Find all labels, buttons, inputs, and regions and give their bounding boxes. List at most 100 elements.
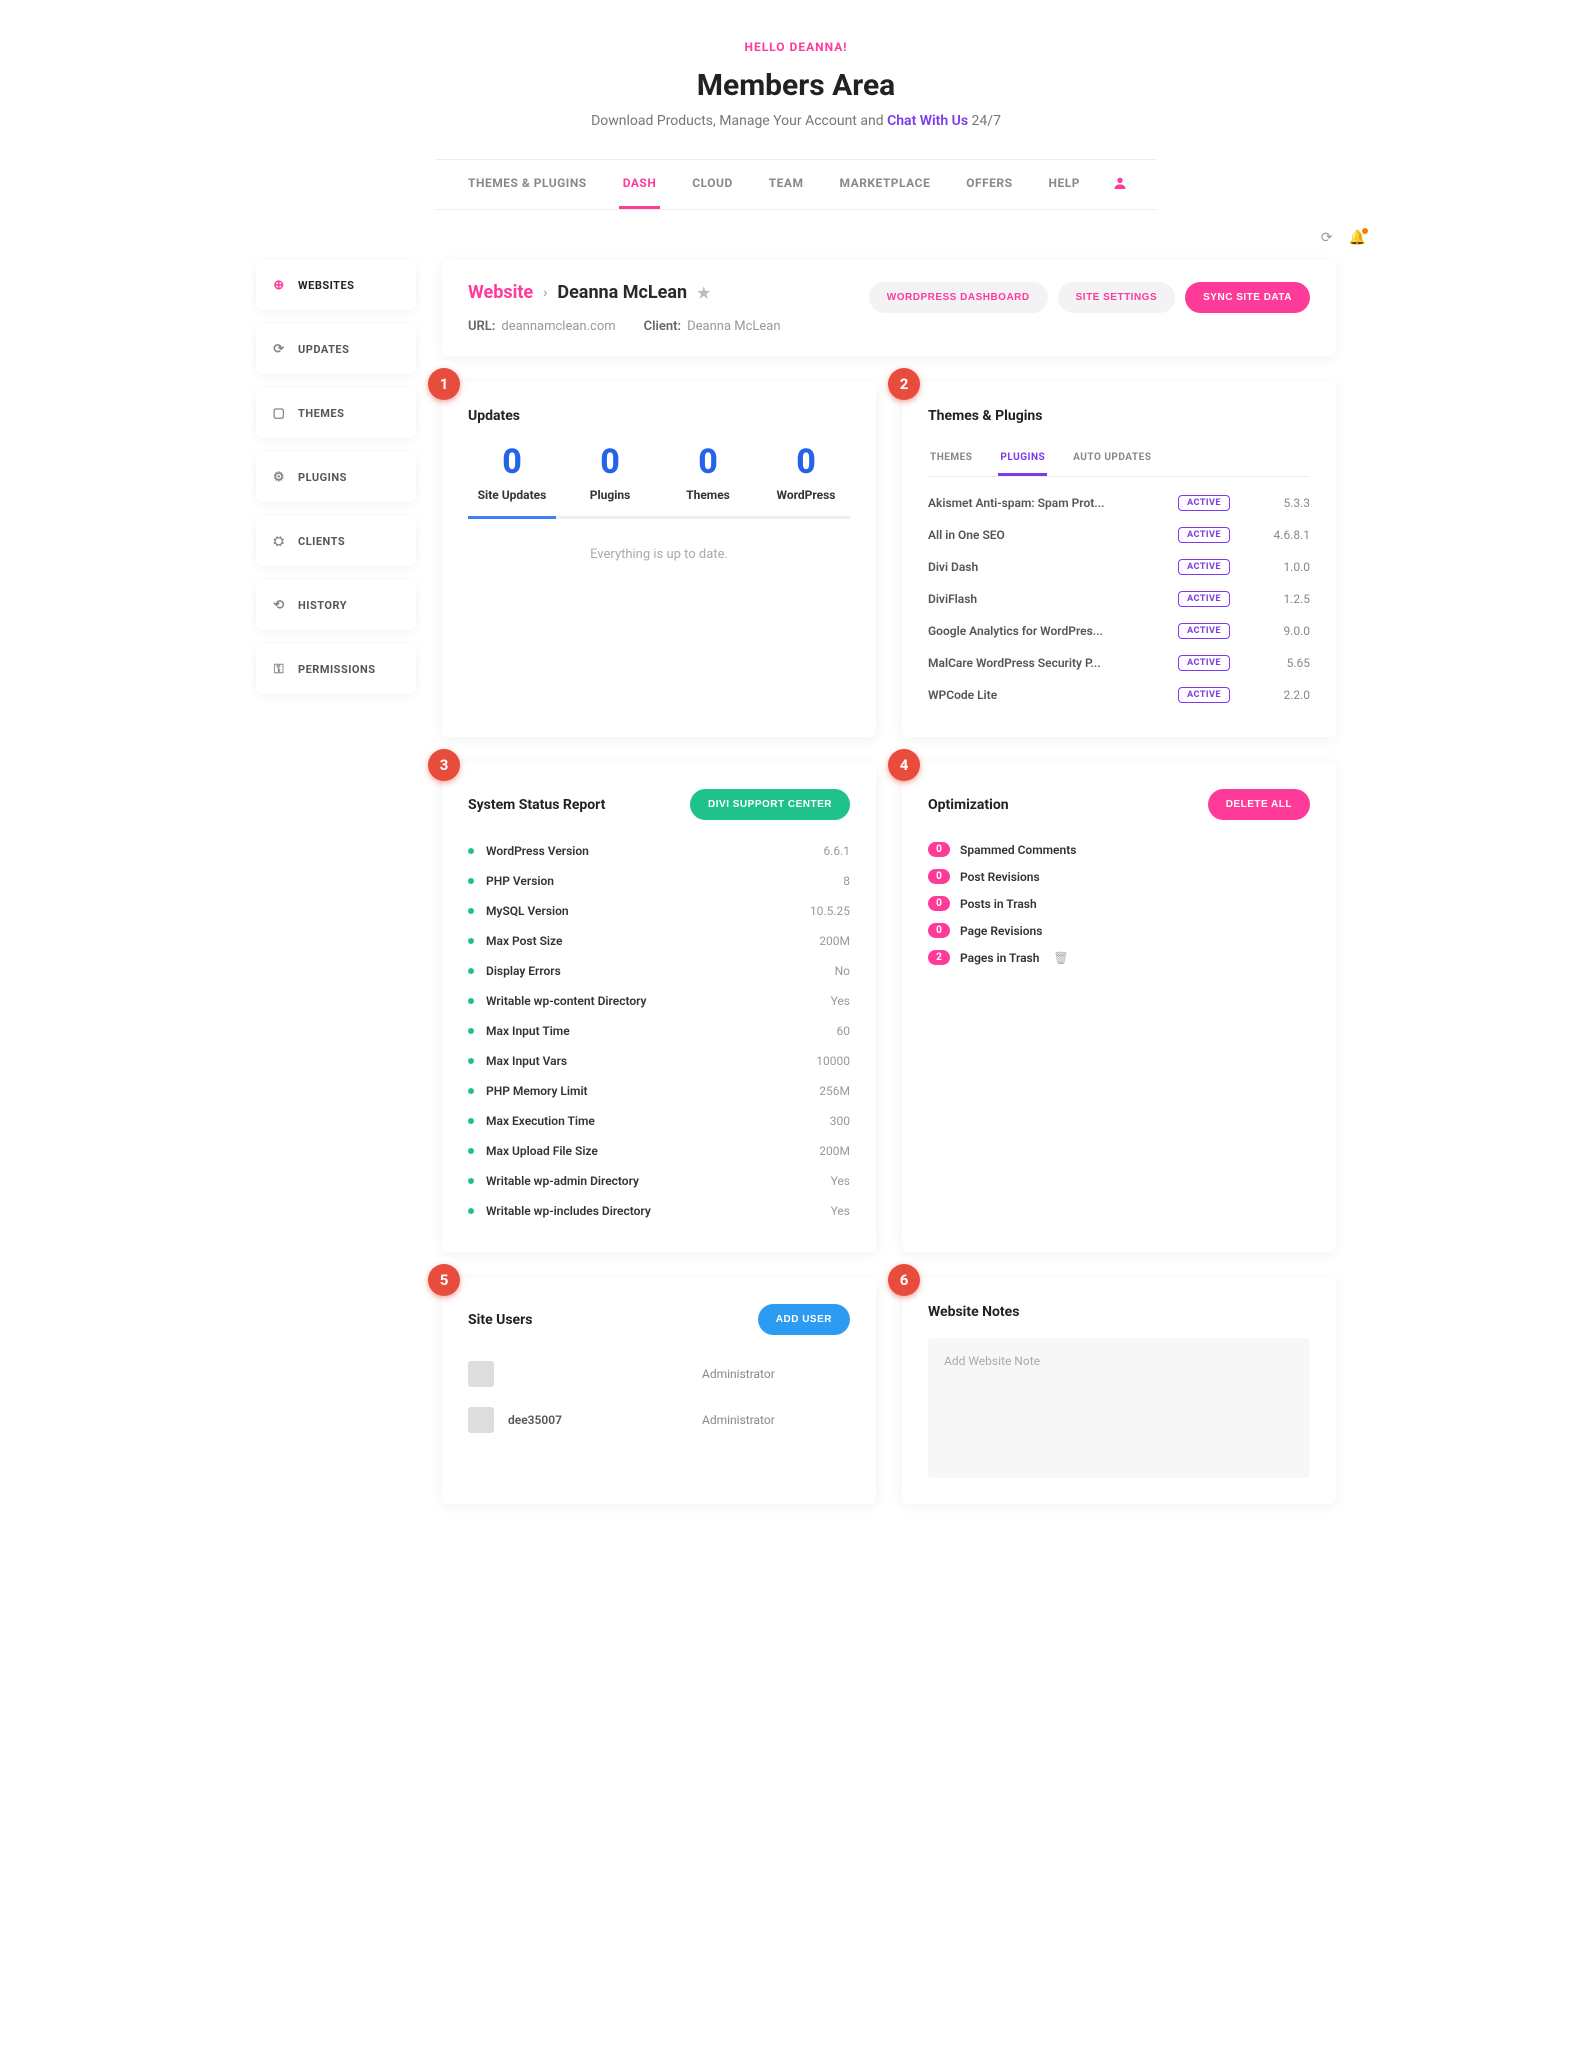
plugin-row[interactable]: Google Analytics for WordPres...ACTIVE9.… [928, 615, 1310, 647]
opt-name: Page Revisions [960, 924, 1042, 938]
nav-offers[interactable]: OFFERS [962, 160, 1016, 209]
wp-dashboard-button[interactable]: WORDPRESS DASHBOARD [869, 282, 1048, 313]
top-nav: THEMES & PLUGINS DASH CLOUD TEAM MARKETP… [436, 159, 1156, 210]
status-dot-icon [468, 1118, 474, 1124]
status-name: Display Errors [486, 964, 835, 978]
sidebar: ⊕WEBSITES ⟳UPDATES ▢THEMES ⚙PLUGINS ⛭CLI… [256, 260, 416, 1504]
status-name: PHP Version [486, 874, 843, 888]
key-icon: ⚿ [272, 662, 286, 676]
badge-5: 5 [428, 1264, 460, 1296]
sidebar-item-websites[interactable]: ⊕WEBSITES [256, 260, 416, 310]
nav-cloud[interactable]: CLOUD [688, 160, 736, 209]
plugin-name: Akismet Anti-spam: Spam Prot... [928, 496, 1178, 510]
status-title: System Status Report [468, 797, 605, 813]
plugin-status: ACTIVE [1178, 655, 1230, 671]
opt-name: Post Revisions [960, 870, 1040, 884]
site-url: deannamclean.com [501, 319, 615, 334]
status-dot-icon [468, 848, 474, 854]
updates-col-site[interactable]: 0Site Updates [468, 442, 556, 519]
status-value: Yes [831, 994, 850, 1008]
nav-marketplace[interactable]: MARKETPLACE [836, 160, 935, 209]
status-value: Yes [831, 1174, 850, 1188]
status-dot-icon [468, 1028, 474, 1034]
opt-row: 0Post Revisions [928, 863, 1310, 890]
plugin-name: Divi Dash [928, 560, 1178, 574]
globe-icon: ⊕ [272, 278, 286, 292]
status-row: PHP Memory Limit256M [468, 1076, 850, 1106]
note-input[interactable]: Add Website Note [928, 1338, 1310, 1478]
status-row: PHP Version8 [468, 866, 850, 896]
status-row: Writable wp-includes DirectoryYes [468, 1196, 850, 1226]
nav-dash[interactable]: DASH [619, 160, 661, 209]
user-row[interactable]: dee35007Administrator [468, 1397, 850, 1443]
sidebar-item-plugins[interactable]: ⚙PLUGINS [256, 452, 416, 502]
tab-auto-updates[interactable]: AUTO UPDATES [1071, 442, 1153, 476]
plugin-status: ACTIVE [1178, 495, 1230, 511]
updates-card: 1 Updates 0Site Updates 0Plugins 0Themes… [442, 382, 876, 737]
status-row: Max Input Vars10000 [468, 1046, 850, 1076]
status-row: Writable wp-admin DirectoryYes [468, 1166, 850, 1196]
status-name: Writable wp-includes Directory [486, 1204, 831, 1218]
status-name: Max Upload File Size [486, 1144, 819, 1158]
plugin-row[interactable]: Divi DashACTIVE1.0.0 [928, 551, 1310, 583]
tab-plugins[interactable]: PLUGINS [998, 442, 1047, 476]
user-role: Administrator [702, 1413, 775, 1427]
badge-6: 6 [888, 1264, 920, 1296]
chat-link[interactable]: Chat With Us [887, 113, 968, 129]
user-icon[interactable] [1112, 163, 1128, 207]
status-dot-icon [468, 1208, 474, 1214]
sidebar-item-themes[interactable]: ▢THEMES [256, 388, 416, 438]
plugin-version: 2.2.0 [1260, 688, 1310, 702]
updates-col-wp[interactable]: 0WordPress [762, 442, 850, 516]
greeting: HELLO DEANNA! [20, 40, 1572, 54]
plugin-name: DiviFlash [928, 592, 1178, 606]
divi-support-button[interactable]: DIVI SUPPORT CENTER [690, 789, 850, 820]
status-value: 8 [843, 874, 850, 888]
bell-icon[interactable]: 🔔 [1349, 230, 1366, 246]
nav-team[interactable]: TEAM [765, 160, 808, 209]
user-role: Administrator [702, 1367, 775, 1381]
status-row: Writable wp-content DirectoryYes [468, 986, 850, 1016]
star-icon[interactable]: ★ [697, 284, 710, 302]
status-value: 256M [819, 1084, 850, 1098]
plugin-row[interactable]: WPCode LiteACTIVE2.2.0 [928, 679, 1310, 711]
status-dot-icon [468, 968, 474, 974]
sidebar-item-permissions[interactable]: ⚿PERMISSIONS [256, 644, 416, 694]
site-client: Deanna McLean [687, 319, 780, 334]
status-row: Max Upload File Size200M [468, 1136, 850, 1166]
status-dot-icon [468, 1088, 474, 1094]
delete-all-button[interactable]: DELETE ALL [1208, 789, 1310, 820]
status-dot-icon [468, 1058, 474, 1064]
status-dot-icon [468, 878, 474, 884]
add-user-button[interactable]: ADD USER [758, 1304, 850, 1335]
site-settings-button[interactable]: SITE SETTINGS [1058, 282, 1176, 313]
themes-icon: ▢ [272, 406, 286, 420]
nav-themes-plugins[interactable]: THEMES & PLUGINS [464, 160, 591, 209]
opt-row: 0Page Revisions [928, 917, 1310, 944]
site-name: Deanna McLean [557, 282, 687, 303]
status-value: 10.5.25 [810, 904, 850, 918]
breadcrumb-root[interactable]: Website [468, 282, 533, 303]
plugin-row[interactable]: Akismet Anti-spam: Spam Prot...ACTIVE5.3… [928, 487, 1310, 519]
sidebar-item-updates[interactable]: ⟳UPDATES [256, 324, 416, 374]
trash-icon[interactable]: 🗑 [1053, 951, 1068, 965]
status-value: No [835, 964, 850, 978]
plugin-row[interactable]: MalCare WordPress Security P...ACTIVE5.6… [928, 647, 1310, 679]
tp-title: Themes & Plugins [928, 408, 1310, 424]
sidebar-item-history[interactable]: ⟲HISTORY [256, 580, 416, 630]
status-name: Max Input Vars [486, 1054, 816, 1068]
updates-col-themes[interactable]: 0Themes [664, 442, 752, 516]
updates-col-plugins[interactable]: 0Plugins [566, 442, 654, 516]
system-status-card: 3 System Status Report DIVI SUPPORT CENT… [442, 763, 876, 1252]
refresh-icon[interactable]: ⟳ [1321, 230, 1333, 246]
plugin-row[interactable]: DiviFlashACTIVE1.2.5 [928, 583, 1310, 615]
uptodate-text: Everything is up to date. [468, 547, 850, 562]
tab-themes[interactable]: THEMES [928, 442, 974, 476]
sidebar-item-clients[interactable]: ⛭CLIENTS [256, 516, 416, 566]
opt-name: Spammed Comments [960, 843, 1076, 857]
note-placeholder: Add Website Note [944, 1354, 1294, 1368]
plugin-row[interactable]: All in One SEOACTIVE4.6.8.1 [928, 519, 1310, 551]
nav-help[interactable]: HELP [1045, 160, 1084, 209]
user-row[interactable]: Administrator [468, 1351, 850, 1397]
sync-site-button[interactable]: SYNC SITE DATA [1185, 282, 1310, 313]
